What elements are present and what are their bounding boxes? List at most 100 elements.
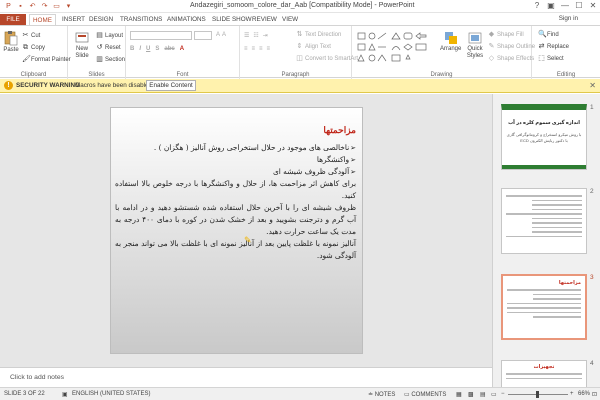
- shape-outline-button[interactable]: ✎ Shape Outline: [488, 43, 535, 50]
- shapes-gallery[interactable]: [356, 31, 434, 65]
- arrange-button[interactable]: Arrange: [440, 30, 461, 52]
- tab-slide-show[interactable]: SLIDE SHOW: [212, 14, 252, 25]
- thumbnail-slide-4[interactable]: تجهیزات: [501, 360, 587, 387]
- window-controls: ? ▣ — ☐ ✕: [530, 0, 600, 12]
- notes-toggle-label: NOTES: [374, 392, 396, 398]
- tab-insert[interactable]: INSERT: [62, 14, 85, 25]
- justify-icon[interactable]: ≡: [267, 46, 271, 52]
- close-button[interactable]: ✕: [586, 0, 600, 12]
- fit-slide-icon[interactable]: ⊡: [592, 391, 597, 398]
- zoom-in-button[interactable]: +: [570, 391, 574, 397]
- slide-line-text: ناخالصی های موجود در حلال استخراجی روش آ…: [153, 143, 350, 152]
- minimize-button[interactable]: —: [558, 0, 572, 12]
- cut-button[interactable]: ✂ Cut: [22, 32, 41, 39]
- paragraph-group-label: Paragraph: [281, 72, 310, 78]
- thumbnail-slide-3[interactable]: مزاحمتها: [501, 274, 587, 340]
- customize-qat-icon[interactable]: ▾: [64, 2, 73, 11]
- bold-icon[interactable]: B: [130, 46, 134, 52]
- font-grow-shrink[interactable]: AA: [216, 32, 226, 38]
- shape-outline-label: Shape Outline: [497, 43, 536, 50]
- tab-transitions[interactable]: TRANSITIONS: [120, 14, 162, 25]
- find-button[interactable]: 🔍 Find: [538, 31, 559, 38]
- tab-view[interactable]: VIEW: [282, 14, 298, 25]
- numbering-icon[interactable]: ☷: [253, 32, 258, 39]
- thumbnail-text-line: [532, 217, 582, 219]
- tab-file[interactable]: FILE: [0, 14, 26, 25]
- slideshow-view-icon[interactable]: ▭: [491, 391, 497, 398]
- brush-icon: 🖌: [22, 56, 31, 63]
- font-size-box[interactable]: [194, 31, 212, 40]
- slide-line-text: آلودگی ظروف شیشه ای: [272, 167, 350, 176]
- slide-title[interactable]: مزاحمتها: [323, 126, 356, 136]
- shape-effects-button[interactable]: ◇ Shape Effects: [488, 55, 534, 62]
- start-slideshow-icon[interactable]: ▭: [52, 2, 61, 11]
- replace-button[interactable]: ⇄ Replace: [538, 43, 569, 50]
- slide-body[interactable]: ➢ناخالصی های موجود در حلال استخراجی روش …: [115, 142, 356, 262]
- redo-icon[interactable]: ↷: [40, 2, 49, 11]
- zoom-slider-thumb[interactable]: [536, 391, 539, 398]
- notes-pane[interactable]: Click to add notes: [0, 367, 492, 387]
- editing-group-label: Editing: [556, 72, 576, 78]
- select-button[interactable]: ⬚ Select: [538, 55, 564, 62]
- tab-home[interactable]: HOME: [29, 14, 56, 25]
- section-button[interactable]: ▥ Section: [96, 56, 125, 63]
- align-center-icon[interactable]: ≡: [252, 46, 256, 52]
- normal-view-icon[interactable]: ▦: [456, 391, 462, 398]
- current-slide[interactable]: مزاحمتها ➢ناخالصی های موجود در حلال استخ…: [110, 107, 363, 354]
- slide-sorter-icon[interactable]: ▩: [468, 391, 474, 398]
- new-slide-button[interactable]: New Slide: [71, 30, 93, 60]
- reset-button[interactable]: ↺ Reset: [96, 44, 121, 51]
- language-indicator[interactable]: ENGLISH (UNITED STATES): [72, 391, 150, 397]
- tab-animations[interactable]: ANIMATIONS: [167, 14, 206, 25]
- close-warning-icon[interactable]: ✕: [589, 81, 596, 90]
- paste-button[interactable]: Paste: [3, 30, 19, 53]
- sign-in-link[interactable]: Sign in: [559, 15, 578, 22]
- bullets-icon[interactable]: ☰: [244, 32, 249, 39]
- strikethrough-icon[interactable]: abc: [164, 46, 174, 52]
- layout-button[interactable]: ▤ Layout: [96, 32, 123, 39]
- indent-icon[interactable]: ⇥: [263, 32, 268, 39]
- reading-view-icon[interactable]: ▤: [480, 391, 486, 398]
- align-text-button[interactable]: ⇕ Align Text: [296, 43, 331, 50]
- title-bar: P ▪ ↶ ↷ ▭ ▾ Andazegiri_somoom_colore_dar…: [0, 0, 600, 13]
- convert-smartart-button[interactable]: ◫ Convert to SmartArt: [296, 55, 358, 62]
- italic-icon[interactable]: I: [139, 46, 141, 52]
- paste-icon: [4, 31, 18, 46]
- format-painter-button[interactable]: 🖌 Format Painter: [22, 56, 71, 63]
- ribbon-display-button[interactable]: ▣: [544, 0, 558, 12]
- notes-toggle[interactable]: ≐ NOTES: [368, 391, 395, 398]
- thumbnail-number: 3: [590, 274, 594, 281]
- font-group-label: Font: [176, 72, 189, 78]
- align-left-icon[interactable]: ≡: [244, 46, 248, 52]
- align-right-icon[interactable]: ≡: [259, 46, 263, 52]
- copy-icon: ⧉: [23, 44, 28, 51]
- zoom-level[interactable]: 66%: [578, 391, 590, 397]
- thumbnail-title: مزاحمتها: [558, 280, 581, 286]
- quick-styles-button[interactable]: Quick Styles: [464, 30, 486, 60]
- warning-icon: !: [4, 81, 13, 90]
- thumbnail-text-line: [507, 289, 581, 291]
- zoom-out-button[interactable]: −: [501, 391, 505, 397]
- comments-toggle[interactable]: ▭ COMMENTS: [404, 391, 446, 398]
- thumbnail-text-line: [533, 316, 581, 318]
- maximize-button[interactable]: ☐: [572, 0, 586, 12]
- underline-icon[interactable]: U: [146, 46, 150, 52]
- text-direction-label: Text Direction: [305, 31, 342, 38]
- font-color-icon[interactable]: A: [180, 46, 184, 52]
- thumbnail-slide-2[interactable]: [501, 188, 587, 254]
- copy-button[interactable]: ⧉ Copy: [22, 44, 45, 51]
- shadow-icon[interactable]: S: [155, 46, 159, 52]
- tab-design[interactable]: DESIGN: [89, 14, 113, 25]
- tab-review[interactable]: REVIEW: [252, 14, 277, 25]
- help-button[interactable]: ?: [530, 0, 544, 12]
- notes-placeholder[interactable]: Click to add notes: [10, 374, 64, 381]
- enable-content-button[interactable]: Enable Content: [146, 80, 196, 91]
- thumbnail-slide-1[interactable]: اندازه گیری سموم کلره در آب با روش میکرو…: [501, 104, 587, 170]
- shape-fill-button[interactable]: ◆ Shape Fill: [488, 31, 524, 38]
- save-icon[interactable]: ▪: [16, 2, 25, 11]
- slide-line: ➢واکنشگرها: [115, 154, 356, 166]
- spellcheck-icon[interactable]: ▣: [62, 391, 68, 398]
- font-name-box[interactable]: [130, 31, 192, 40]
- text-direction-button[interactable]: ⇅ Text Direction: [296, 31, 342, 38]
- undo-icon[interactable]: ↶: [28, 2, 37, 11]
